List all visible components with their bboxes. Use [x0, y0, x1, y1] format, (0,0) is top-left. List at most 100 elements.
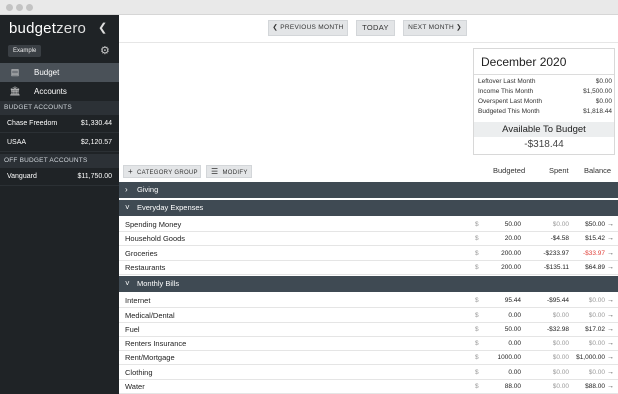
category-name[interactable]: Fuel: [125, 323, 140, 337]
category-name[interactable]: Spending Money: [125, 218, 181, 232]
arrow-right-icon[interactable]: →: [607, 218, 614, 232]
window-close-dot[interactable]: [6, 4, 13, 11]
budgeted-input[interactable]: 50.00: [481, 323, 521, 337]
budgeted-input[interactable]: 200.00: [481, 261, 521, 275]
nav-accounts[interactable]: 🏛 Accounts: [0, 82, 119, 101]
category-group-name: Everyday Expenses: [137, 203, 204, 212]
balance-value: $0.00: [588, 297, 605, 305]
budgeted-input[interactable]: 0.00: [481, 337, 521, 351]
chevron-right-icon[interactable]: ›: [125, 182, 128, 198]
arrow-right-icon[interactable]: →: [607, 247, 614, 261]
previous-month-button[interactable]: ❮ PREVIOUS MONTH: [268, 20, 348, 36]
category-name[interactable]: Medical/Dental: [125, 309, 175, 323]
arrow-right-icon[interactable]: →: [607, 294, 614, 308]
budget-selector[interactable]: Example: [8, 45, 42, 57]
category-name[interactable]: Groceries: [125, 247, 158, 261]
account-item[interactable]: Vanguard $11,750.00: [0, 168, 119, 186]
arrow-right-icon[interactable]: →: [607, 232, 614, 246]
month-summary-card: December 2020 Leftover Last Month $0.00 I…: [473, 48, 615, 155]
summary-row: Leftover Last Month $0.00: [478, 78, 612, 85]
balance-value: -$33.97: [582, 249, 605, 257]
category-name[interactable]: Restaurants: [125, 261, 165, 275]
budgeted-input[interactable]: 20.00: [481, 232, 521, 246]
category-row[interactable]: Restaurants $200.00 -$135.11 $64.89 →: [119, 261, 618, 275]
sidebar: budgetzero ❮ Example ⚙ ▤ Budget 🏛 Accoun…: [0, 15, 119, 394]
category-name[interactable]: Internet: [125, 294, 150, 308]
budgeted-input[interactable]: 1000.00: [481, 351, 522, 365]
currency-symbol: $: [475, 368, 479, 376]
category-row[interactable]: Household Goods $20.00 -$4.58 $15.42 →: [119, 232, 618, 247]
column-header-budgeted: Budgeted: [493, 166, 526, 175]
category-row[interactable]: Fuel $50.00 -$32.98 $17.02 →: [119, 323, 618, 337]
currency-symbol: $: [475, 340, 479, 348]
budget-accounts-header: BUDGET ACCOUNTS: [0, 101, 119, 115]
category-row[interactable]: Internet $95.44 -$95.44 $0.00 →: [119, 294, 618, 309]
modify-button[interactable]: ☰ MODIFY: [206, 165, 252, 178]
gear-icon[interactable]: ⚙: [100, 44, 110, 57]
budgeted-input[interactable]: 0.00: [481, 309, 521, 323]
account-item[interactable]: USAA $2,120.57: [0, 134, 119, 152]
summary-row: Overspent Last Month $0.00: [478, 98, 612, 105]
arrow-right-icon[interactable]: →: [607, 309, 614, 323]
arrow-right-icon[interactable]: →: [607, 323, 614, 337]
category-group-header[interactable]: › Giving: [119, 182, 618, 198]
window-minimize-dot[interactable]: [16, 4, 23, 11]
summary-row: Budgeted This Month $1,818.44: [478, 108, 612, 115]
category-row[interactable]: Rent/Mortgage $1000.00 $0.00 $1,000.00 →: [119, 351, 618, 366]
arrow-right-icon[interactable]: →: [607, 366, 614, 380]
window-titlebar: [0, 0, 618, 15]
card-divider: [474, 74, 614, 75]
next-month-button[interactable]: NEXT MONTH ❯: [403, 20, 467, 36]
category-row[interactable]: Renters Insurance $0.00 $0.00 $0.00 →: [119, 337, 618, 352]
add-category-group-button[interactable]: + CATEGORY GROUP: [123, 165, 201, 178]
chevron-down-icon[interactable]: ˅: [125, 200, 130, 216]
column-header-balance: Balance: [584, 166, 612, 175]
category-name[interactable]: Clothing: [125, 366, 153, 380]
budgeted-input[interactable]: 200.00: [481, 247, 521, 261]
nav-budget-label: Budget: [34, 68, 60, 77]
plus-icon: +: [128, 167, 133, 176]
balance-value: $64.89: [585, 263, 605, 271]
category-group-header[interactable]: ˅ Everyday Expenses: [119, 200, 618, 216]
balance-value: $88.00: [585, 383, 605, 390]
app-logo: budgetzero: [9, 20, 87, 37]
arrow-right-icon[interactable]: →: [607, 351, 614, 365]
account-balance: $11,750.00: [77, 173, 112, 180]
budgeted-input[interactable]: 50.00: [481, 218, 521, 232]
wallet-icon: ▤: [10, 67, 20, 77]
currency-symbol: $: [475, 354, 479, 362]
arrow-right-icon[interactable]: →: [607, 261, 614, 275]
currency-symbol: $: [475, 235, 479, 243]
today-button[interactable]: TODAY: [356, 20, 395, 36]
column-header-spent: Spent: [549, 166, 569, 175]
account-item[interactable]: Chase Freedom $1,330.44: [0, 115, 119, 133]
category-row[interactable]: Clothing $0.00 $0.00 $0.00 →: [119, 366, 618, 380]
budgeted-input[interactable]: 95.44: [481, 294, 521, 308]
bank-icon: 🏛: [9, 86, 21, 96]
category-row[interactable]: Groceries $200.00 -$233.97 -$33.97 →: [119, 247, 618, 261]
balance-value: $0.00: [588, 368, 605, 376]
summary-row: Income This Month $1,500.00: [478, 88, 612, 95]
balance-value: $17.02: [585, 325, 605, 333]
arrow-right-icon[interactable]: →: [607, 380, 614, 394]
category-name[interactable]: Rent/Mortgage: [125, 351, 175, 365]
currency-symbol: $: [475, 249, 479, 257]
category-name[interactable]: Renters Insurance: [125, 337, 186, 351]
window-zoom-dot[interactable]: [26, 4, 33, 11]
category-row[interactable]: Medical/Dental $0.00 $0.00 $0.00 →: [119, 309, 618, 323]
category-group-header[interactable]: ˅ Monthly Bills: [119, 276, 618, 293]
available-to-budget-value: -$318.44: [524, 139, 564, 150]
chevron-down-icon[interactable]: ˅: [125, 276, 130, 292]
currency-symbol: $: [475, 325, 479, 333]
balance-value: $15.42: [585, 235, 605, 243]
nav-budget[interactable]: ▤ Budget: [0, 63, 119, 82]
arrow-right-icon[interactable]: →: [607, 337, 614, 351]
budgeted-input[interactable]: 0.00: [481, 366, 521, 380]
category-row[interactable]: Water $88.00 $0.00 $88.00 →: [119, 380, 618, 394]
category-name[interactable]: Household Goods: [125, 232, 185, 246]
balance-value: $0.00: [588, 311, 605, 319]
category-name[interactable]: Water: [125, 380, 145, 394]
chevron-left-icon[interactable]: ❮: [98, 21, 107, 34]
category-row[interactable]: Spending Money $50.00 $0.00 $50.00 →: [119, 218, 618, 232]
budgeted-input[interactable]: 88.00: [481, 380, 521, 394]
